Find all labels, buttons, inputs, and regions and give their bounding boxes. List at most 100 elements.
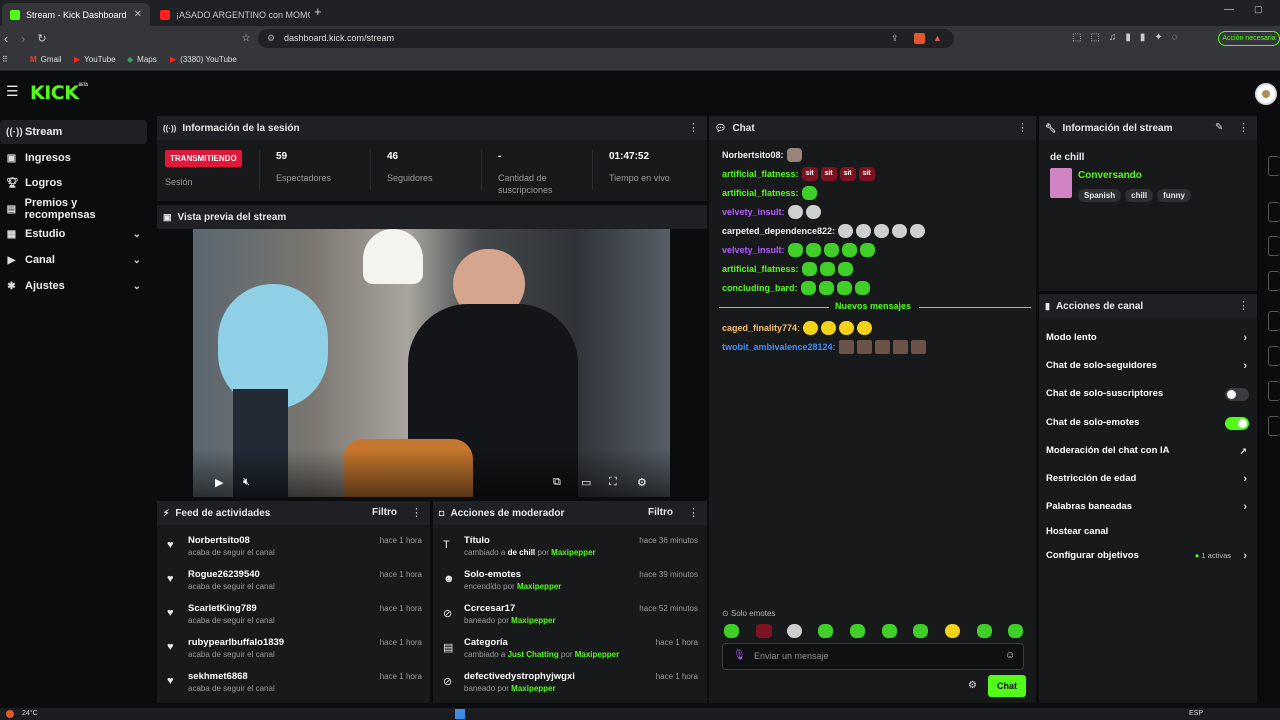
new-tab-icon[interactable]: + [314,4,322,19]
chat-emote[interactable] [821,321,837,335]
chat-username[interactable]: artificial_flatness: [722,188,799,198]
chat-settings-icon[interactable]: ⚙ [968,680,977,691]
chat-emote[interactable] [787,243,803,257]
chat-username[interactable]: Norbertsito08: [722,150,784,160]
chat-emote[interactable] [837,262,853,276]
action-required-button[interactable]: Acción necesaria [1218,31,1280,46]
tab-youtube-video[interactable]: ¡ASADO ARGENTINO con MOMO [152,3,310,26]
more-options-icon[interactable]: ⋮ [688,501,699,525]
apps-icon[interactable]: ⠿ [2,55,8,64]
action-host-channel[interactable]: Hostear canal [1039,521,1257,543]
more-options-icon[interactable]: ⋮ [411,501,422,525]
chat-emote[interactable] [857,321,873,335]
chat-emote[interactable] [800,281,816,295]
chat-emote[interactable] [838,340,854,354]
more-options-icon[interactable]: ⋮ [1238,294,1249,318]
emote-quick-bar[interactable] [722,623,1027,639]
chat-emote[interactable] [892,340,908,354]
chat-emote[interactable] [910,224,926,238]
chat-emote[interactable] [841,243,857,257]
theater-icon[interactable]: ▭ [581,476,591,489]
bookmark-maps[interactable]: ◆ Maps [127,55,157,64]
chat-emote[interactable] [910,340,926,354]
tab-kick-dashboard[interactable]: Stream - Kick Dashboard ✕ [2,3,150,26]
feed-username[interactable]: rubypearlbuffalo1839 [188,637,284,648]
windows-start-icon[interactable] [455,709,465,719]
desc-user[interactable]: Maxipepper [551,548,595,557]
filter-button[interactable]: Filtro [648,507,673,518]
url-field[interactable]: ⚙ dashboard.kick.com/stream ⇪ ▲ [258,29,954,48]
extensions-icons[interactable]: ⬚⬚♫▮▮✦◌ [1072,32,1187,43]
chat-emote[interactable] [859,243,875,257]
video-player[interactable]: ▶ 🔇︎ ⧉ ▭ ⛶ ⚙ [193,229,670,497]
emoji-icon[interactable]: ☺ [1005,650,1015,661]
chat-username[interactable]: concluding_bard: [722,283,798,293]
chat-username[interactable]: velvety_insult: [722,245,785,255]
menu-icon[interactable]: ☰ [6,84,19,98]
emote-button[interactable] [724,624,739,638]
emote-button[interactable] [945,624,960,638]
chat-emote[interactable] [805,243,821,257]
fullscreen-icon[interactable]: ⛶ [609,476,617,489]
chat-emote[interactable] [818,281,834,295]
quick-action-button[interactable] [1268,416,1280,436]
chat-emote[interactable] [805,205,821,219]
chat-username[interactable]: artificial_flatness: [722,169,799,179]
action-goals[interactable]: Configurar objetivos ● 1 activas › [1039,545,1257,567]
site-info-icon[interactable]: ⚙ [267,29,275,48]
feed-username[interactable]: sekhmet6868 [188,671,248,682]
chat-emote[interactable] [839,321,855,335]
chat-username[interactable]: velvety_insult: [722,207,785,217]
chat-emote[interactable]: sit [839,167,856,181]
desc-user[interactable]: Maxipepper [511,684,555,693]
chat-emote[interactable] [787,205,803,219]
sidebar-item-canal[interactable]: ▶ Canal ⌄ [0,248,147,272]
category-name[interactable]: Conversando [1078,170,1142,181]
chat-emote[interactable]: sit [801,167,818,181]
maximize-icon[interactable]: ▢ [1254,4,1263,15]
sidebar-item-ingresos[interactable]: ▣ Ingresos [0,146,147,170]
chat-emote[interactable] [819,262,835,276]
chat-emote[interactable] [838,224,854,238]
desc-user[interactable]: Maxipepper [511,616,555,625]
more-options-icon[interactable]: ⋮ [688,116,699,140]
quick-action-button[interactable] [1268,236,1280,256]
bookmark-youtube-2[interactable]: ▶ (3380) YouTube [170,55,237,64]
chat-input[interactable]: 🎙︎ Enviar un mensaje ☺ [722,643,1024,670]
chat-username[interactable]: twobit_ambivalence28124: [722,342,836,352]
brave-shield-icon[interactable] [914,33,925,44]
desc-user[interactable]: Maxipepper [517,582,561,591]
quick-action-button[interactable] [1268,381,1280,401]
chat-username[interactable]: carpeted_dependence822: [722,226,835,236]
chat-emote[interactable] [854,281,870,295]
chat-emote[interactable] [803,321,819,335]
chat-emote[interactable] [892,224,908,238]
quick-action-button[interactable] [1268,156,1280,176]
share-icon[interactable]: ⇪ [891,29,899,48]
sidebar-item-premios[interactable]: ▤ Premios y recompensas [0,197,147,221]
emote-button[interactable] [818,624,833,638]
back-icon[interactable]: ‹ [0,31,14,47]
quick-action-button[interactable] [1268,271,1280,291]
sidebar-item-estudio[interactable]: ▦ Estudio ⌄ [0,222,147,246]
kick-logo[interactable]: KICKBETA [30,82,88,104]
feed-username[interactable]: Rogue26239540 [188,569,260,580]
reload-icon[interactable]: ↻ [34,31,50,47]
action-banned-words[interactable]: Palabras baneadas › [1039,496,1257,518]
sidebar-item-ajustes[interactable]: ✱ Ajustes ⌄ [0,274,147,298]
edit-icon[interactable]: ✎ [1215,122,1223,133]
chat-emote[interactable] [801,262,817,276]
quick-action-button[interactable] [1268,346,1280,366]
bookmark-icon[interactable]: ☆ [238,31,254,47]
action-age-restriction[interactable]: Restricción de edad › [1039,468,1257,490]
action-slow-mode[interactable]: Modo lento › [1039,327,1257,349]
bookmark-gmail[interactable]: M Gmail [30,55,62,64]
chat-emote[interactable] [801,186,817,200]
subscribers-only-toggle[interactable] [1225,388,1249,401]
feed-username[interactable]: ScarletKing789 [188,603,257,614]
chat-emote[interactable] [874,340,890,354]
chat-emote[interactable] [874,224,890,238]
emote-button[interactable] [913,624,928,638]
chat-emote[interactable] [786,148,802,162]
play-icon[interactable]: ▶ [215,476,223,489]
